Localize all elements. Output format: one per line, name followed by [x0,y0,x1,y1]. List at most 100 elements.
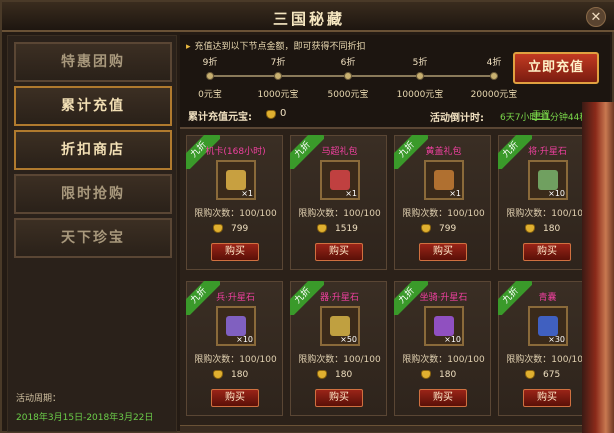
item-glyph-icon [434,170,454,190]
ingot-icon [421,370,431,379]
item-price: 180 [317,370,352,380]
countdown-label: 活动倒计时: [430,113,484,124]
sidebar-item-flash-sale[interactable]: 限时抢购 [14,174,172,214]
item-quantity: ×30 [548,335,565,344]
sidebar-item-cumulative-recharge[interactable]: 累计充值 [14,86,172,126]
ingot-icon [421,224,431,233]
item-glyph-icon [538,316,558,336]
item-icon[interactable]: ×30 [528,306,568,346]
price-value: 180 [231,370,249,380]
buy-button[interactable]: 购买 [523,389,571,407]
discount-label: 7折 [270,58,286,68]
discount-label: 6折 [340,58,356,68]
countdown-value: 6天7小时31分钟44秒 [500,113,589,123]
item-card: 九折 青囊 ×30 限购次数：100/100 675 购买 [498,281,595,416]
item-name: 兵·升星石 [216,293,255,303]
item-quantity: ×1 [241,189,253,198]
item-glyph-icon [226,170,246,190]
item-card: 九折 兵·升星石 ×10 限购次数：100/100 180 购买 [186,281,283,416]
sidebar-item-discount-shop[interactable]: 折扣商店 [14,130,172,170]
progress-track [206,72,498,80]
item-grid: 九折 机卡(168小时) ×1 限购次数：100/100 799 购买 九折 马超礼包 ×1 限购… [180,127,610,425]
item-card: 九折 器·升星石 ×50 限购次数：100/100 180 购买 [290,281,387,416]
item-quantity: ×50 [340,335,357,344]
item-quantity: ×10 [236,335,253,344]
progress-node [344,72,352,80]
buy-button[interactable]: 购买 [315,243,363,261]
price-value: 799 [439,224,457,234]
sidebar: 特惠团购 累计充值 折扣商店 限时抢购 天下珍宝 活动周期： 2018年3月15… [7,35,177,432]
ingot-icon [317,224,327,233]
ingot-icon [317,370,327,379]
purchase-limit: 限购次数：100/100 [298,355,381,365]
item-icon[interactable]: ×1 [320,160,360,200]
buy-button[interactable]: 购买 [211,389,259,407]
discount-label: 5折 [412,58,428,68]
item-card: 九折 机卡(168小时) ×1 限购次数：100/100 799 购买 [186,135,283,270]
ingot-icon [266,109,276,120]
item-card: 九折 黄盖礼包 ×1 限购次数：100/100 799 购买 [394,135,491,270]
price-value: 799 [231,224,249,234]
item-price: 1519 [317,224,358,234]
window-title: 三国秘藏 [272,10,345,28]
notice-text: 充值达到以下节点金额，即可获得不同折扣 [194,42,366,52]
buy-button[interactable]: 购买 [211,243,259,261]
purchase-limit: 限购次数：100/100 [194,209,277,219]
item-glyph-icon [226,316,246,336]
buy-button[interactable]: 购买 [419,243,467,261]
item-quantity: ×10 [444,335,461,344]
footer-bar [180,425,610,432]
item-icon[interactable]: ×10 [216,306,256,346]
item-card: 九折 坐骑·升星石 ×10 限购次数：100/100 180 购买 [394,281,491,416]
ingot-icon [213,370,223,379]
ingot-icon [525,370,535,379]
ingot-icon [213,224,223,233]
recharge-notice: ▸ 充值达到以下节点金额，即可获得不同折扣 [186,39,366,52]
item-name: 马超礼包 [321,147,358,157]
item-icon[interactable]: ×10 [528,160,568,200]
item-quantity: ×1 [345,189,357,198]
window-frame: 三国秘藏 ✕ 特惠团购 累计充值 折扣商店 限时抢购 天下珍宝 活动周期： 20… [0,0,614,433]
price-value: 1519 [335,224,358,234]
progress-node [274,72,282,80]
total-value: 0 [280,108,287,119]
purchase-limit: 限购次数：100/100 [194,355,277,365]
recharge-now-button[interactable]: 立即充值 [513,52,599,84]
close-icon[interactable]: ✕ [586,7,606,27]
item-glyph-icon [330,170,350,190]
sidebar-item-treasure[interactable]: 天下珍宝 [14,218,172,258]
period-label: 活动周期： [16,394,62,404]
purchase-limit: 限购次数：100/100 [402,209,485,219]
sidebar-item-group-buy[interactable]: 特惠团购 [14,42,172,82]
item-quantity: ×10 [548,189,565,198]
progress-node [490,72,498,80]
item-name: 坐骑·升星石 [419,293,468,303]
buy-button[interactable]: 购买 [315,389,363,407]
item-price: 675 [525,370,560,380]
discount-label: 4折 [486,58,502,68]
amount-label: 5000元宝 [327,90,369,100]
item-quantity: ×1 [449,189,461,198]
item-price: 799 [213,224,248,234]
item-icon[interactable]: ×1 [424,160,464,200]
title-bar: 三国秘藏 ✕ [2,2,614,32]
main-panel: ▸ 充值达到以下节点金额，即可获得不同折扣 9折 7折 6折 5折 4折 0元宝 … [180,35,610,432]
item-card: 九折 马超礼包 ×1 限购次数：100/100 1519 购买 [290,135,387,270]
item-icon[interactable]: ×50 [320,306,360,346]
item-icon[interactable]: ×10 [424,306,464,346]
buy-button[interactable]: 购买 [419,389,467,407]
buy-button[interactable]: 购买 [523,243,571,261]
item-icon[interactable]: ×1 [216,160,256,200]
item-price: 799 [421,224,456,234]
purchase-limit: 限购次数：100/100 [402,355,485,365]
item-card: 九折 将·升星石 ×10 限购次数：100/100 180 购买 [498,135,595,270]
purchase-limit: 限购次数：100/100 [298,209,381,219]
price-value: 180 [335,370,353,380]
arrow-icon: ▸ [186,42,191,52]
item-glyph-icon [434,316,454,336]
item-price: 180 [213,370,248,380]
price-value: 180 [543,224,561,234]
amount-label: 1000元宝 [257,90,299,100]
item-price: 180 [525,224,560,234]
progress-node [416,72,424,80]
